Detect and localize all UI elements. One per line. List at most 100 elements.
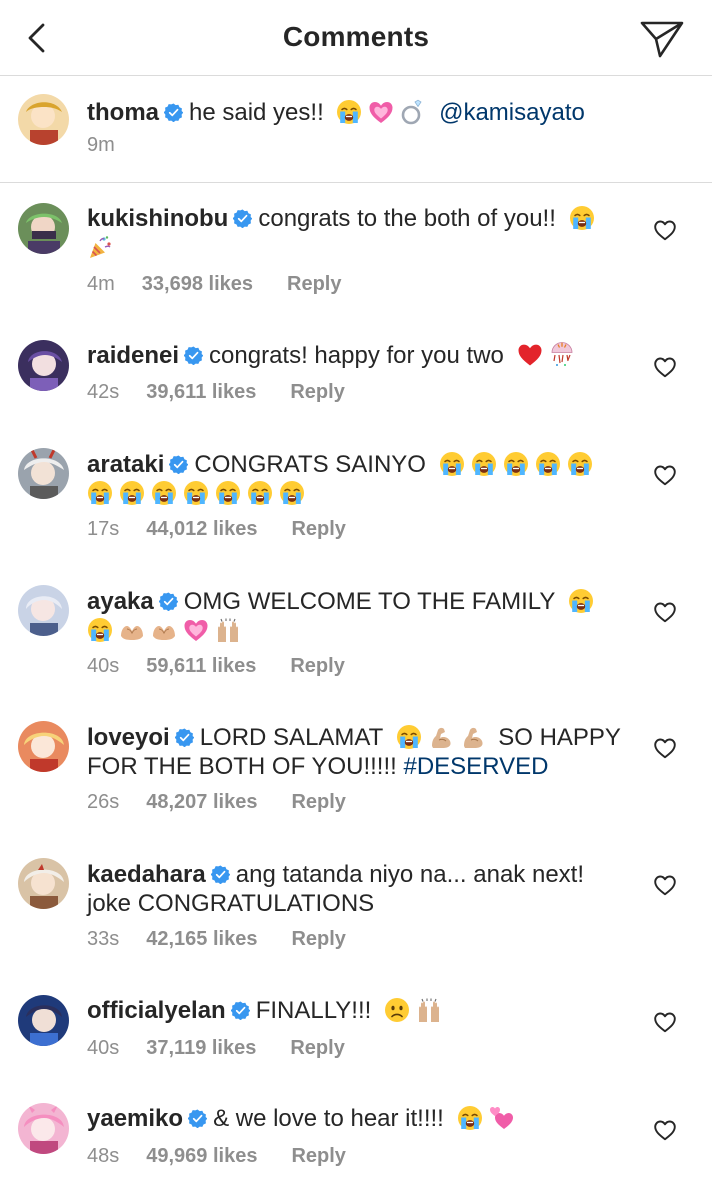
- slightly-frowning-face-icon: [384, 997, 410, 1023]
- comment-meta: 40s 37,119 likes Reply: [87, 1037, 345, 1060]
- verified-badge-icon: [188, 1109, 207, 1128]
- paper-plane-icon[interactable]: [640, 19, 684, 59]
- comment-username[interactable]: loveyoi: [87, 724, 170, 751]
- avatar[interactable]: [18, 995, 69, 1046]
- avatar[interactable]: [18, 203, 69, 254]
- comment-meta: 4m 33,698 likes Reply: [87, 273, 341, 296]
- verified-badge-icon: [169, 455, 188, 474]
- comment-meta: 40s 59,611 likes Reply: [87, 655, 345, 678]
- loudly-crying-face-icon: [87, 480, 113, 506]
- loudly-crying-face-icon: [568, 588, 594, 614]
- reply-button[interactable]: Reply: [287, 273, 341, 296]
- comment-username[interactable]: ayaka: [87, 588, 154, 615]
- heart-icon[interactable]: [653, 219, 677, 241]
- timestamp: 26s: [87, 791, 120, 813]
- comment-text: & we love to hear it!!!!: [213, 1105, 444, 1132]
- heart-icon[interactable]: [653, 737, 677, 759]
- heart-icon[interactable]: [653, 1011, 677, 1033]
- comment-text-line-2: [87, 616, 247, 645]
- comment-text: LORD SALAMAT: [199, 724, 383, 751]
- caption-meta: 9m: [87, 134, 115, 157]
- comment-meta: 42s 39,611 likes Reply: [87, 381, 345, 404]
- comment-text-line: yaemiko & we love to hear it!!!!: [87, 1104, 521, 1133]
- loudly-crying-face-icon: [279, 480, 305, 506]
- comment-text-line: loveyoi LORD SALAMAT SO HAPPY: [87, 723, 621, 752]
- like-count[interactable]: 33,698 likes: [142, 273, 253, 296]
- loudly-crying-face-icon: [457, 1105, 483, 1131]
- like-count[interactable]: 39,611 likes: [146, 381, 256, 404]
- comment-meta: 33s 42,165 likes Reply: [87, 928, 346, 951]
- two-hearts-icon: [489, 1105, 515, 1131]
- verified-badge-icon: [184, 346, 203, 365]
- raising-hands-icon: [215, 617, 241, 643]
- avatar[interactable]: [18, 448, 69, 499]
- growing-heart-icon: [368, 99, 394, 125]
- like-count[interactable]: 42,165 likes: [146, 928, 257, 951]
- reply-button[interactable]: Reply: [291, 518, 345, 541]
- timestamp: 48s: [87, 1145, 120, 1167]
- like-count[interactable]: 49,969 likes: [146, 1145, 257, 1168]
- reply-button[interactable]: Reply: [291, 928, 345, 951]
- like-count[interactable]: 59,611 likes: [146, 655, 256, 678]
- comment-text: FINALLY!!!: [255, 997, 372, 1024]
- comment-text-line: officialyelan FINALLY!!!: [87, 996, 448, 1025]
- comment-username[interactable]: arataki: [87, 451, 164, 478]
- caption-username[interactable]: thoma: [87, 99, 159, 126]
- comment-text-line-2: FOR THE BOTH OF YOU!!!!! #DESERVED: [87, 752, 548, 781]
- comment-username[interactable]: kaedahara: [87, 861, 206, 888]
- loudly-crying-face-icon: [247, 480, 273, 506]
- reply-button[interactable]: Reply: [290, 655, 344, 678]
- reply-button[interactable]: Reply: [290, 1037, 344, 1060]
- verified-badge-icon: [211, 865, 230, 884]
- heart-icon[interactable]: [653, 1119, 677, 1141]
- avatar[interactable]: [18, 858, 69, 909]
- loudly-crying-face-icon: [151, 480, 177, 506]
- like-count[interactable]: 37,119 likes: [146, 1037, 256, 1060]
- comment-username[interactable]: kukishinobu: [87, 205, 228, 232]
- avatar[interactable]: [18, 721, 69, 772]
- top-nav-bar: Comments: [0, 0, 712, 76]
- comment-text: joke CONGRATULATIONS: [87, 890, 375, 917]
- loudly-crying-face-icon: [471, 451, 497, 477]
- like-count[interactable]: 44,012 likes: [146, 518, 257, 541]
- like-count[interactable]: 48,207 likes: [146, 791, 257, 814]
- timestamp: 42s: [87, 381, 120, 403]
- growing-heart-icon: [183, 617, 209, 643]
- comment-text-line-2: [87, 233, 119, 262]
- heart-icon[interactable]: [653, 356, 677, 378]
- comment-username[interactable]: yaemiko: [87, 1105, 183, 1132]
- verified-badge-icon: [175, 728, 194, 747]
- mention-link[interactable]: @kamisayato: [439, 99, 585, 126]
- reply-button[interactable]: Reply: [291, 791, 345, 814]
- avatar[interactable]: [18, 585, 69, 636]
- timestamp: 40s: [87, 655, 120, 677]
- caption-text-line: thoma he said yes!! @kamisayato: [87, 98, 585, 127]
- confetti-ball-icon: [549, 342, 575, 368]
- heart-hands-icon: [119, 617, 145, 643]
- comment-text-line: raidenei congrats! happy for you two: [87, 341, 581, 370]
- comment-username[interactable]: officialyelan: [87, 997, 226, 1024]
- heart-icon[interactable]: [653, 601, 677, 623]
- heart-icon[interactable]: [653, 874, 677, 896]
- avatar[interactable]: [18, 1103, 69, 1154]
- hashtag-link[interactable]: #DESERVED: [403, 753, 548, 780]
- avatar[interactable]: [18, 94, 69, 145]
- verified-badge-icon: [231, 1001, 250, 1020]
- verified-badge-icon: [159, 592, 178, 611]
- timestamp: 33s: [87, 928, 120, 950]
- comment-text-continued: SO HAPPY: [498, 724, 621, 751]
- reply-button[interactable]: Reply: [291, 1145, 345, 1168]
- reply-button[interactable]: Reply: [290, 381, 344, 404]
- loudly-crying-face-icon: [183, 480, 209, 506]
- comment-username[interactable]: raidenei: [87, 342, 179, 369]
- heart-icon[interactable]: [653, 464, 677, 486]
- loudly-crying-face-icon: [503, 451, 529, 477]
- loudly-crying-face-icon: [336, 99, 362, 125]
- heart-hands-icon: [151, 617, 177, 643]
- comment-text: CONGRATS SAINYO: [194, 451, 426, 478]
- avatar[interactable]: [18, 340, 69, 391]
- loudly-crying-face-icon: [439, 451, 465, 477]
- loudly-crying-face-icon: [569, 205, 595, 231]
- comment-text-line: kaedahara ang tatanda niyo na... anak nex…: [87, 860, 584, 889]
- comment-meta: 17s 44,012 likes Reply: [87, 518, 346, 541]
